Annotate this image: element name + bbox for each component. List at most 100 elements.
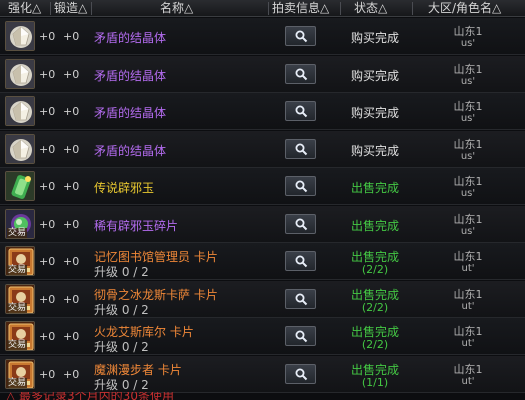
item-icon[interactable] <box>5 133 35 164</box>
header-region-char[interactable]: 大区/角色名△ <box>428 1 501 16</box>
table-row[interactable]: +0 +0 矛盾的结晶体 购买完成 山东1 us' <box>0 130 525 168</box>
table-row[interactable]: 交易 +0 +0 稀有辟邪玉碎片 出售完成 山东1 us' <box>0 205 525 243</box>
header-auction-info[interactable]: 拍卖信息△ <box>272 1 329 16</box>
item-icon[interactable] <box>5 96 35 126</box>
status-text: 购买完成 <box>350 143 399 158</box>
search-icon <box>295 330 308 343</box>
table-row[interactable]: +0 +0 矛盾的结晶体 购买完成 山东1 us' <box>0 55 525 93</box>
item-icon[interactable]: 交易 <box>5 208 35 239</box>
status-count: (2/2) <box>361 300 389 314</box>
character-name: us' <box>460 188 476 199</box>
enhance-value: +0 <box>39 292 56 306</box>
header-status[interactable]: 状态△ <box>354 1 387 16</box>
enhance-value: +0 <box>39 142 56 156</box>
enhance-value: +0 <box>39 367 56 381</box>
forge-value: +0 <box>63 142 80 156</box>
table-row[interactable]: +0 +0 传说辟邪玉 出售完成 山东1 us' <box>0 168 525 205</box>
table-row[interactable]: 交易 +0 +0 火龙艾斯库尔 卡片 升级 0 / 2 出售完成 (2/2) 山东1 ut' <box>0 318 525 355</box>
region-name: 山东1 <box>453 250 483 263</box>
item-name[interactable]: 矛盾的结晶体 <box>94 29 166 46</box>
auction-search-button[interactable] <box>285 138 316 159</box>
table-row[interactable]: +0 +0 矛盾的结晶体 购买完成 山东1 us' <box>0 18 525 55</box>
region-name: 山东1 <box>453 362 483 376</box>
search-icon <box>295 255 308 268</box>
enhance-value: +0 <box>39 105 56 118</box>
enhance-value: +0 <box>39 30 56 43</box>
item-name[interactable]: 矛盾的结晶体 <box>94 67 166 84</box>
forge-value: +0 <box>63 367 80 381</box>
forge-value: +0 <box>63 105 80 118</box>
header-forge[interactable]: 锻造△ <box>54 1 87 16</box>
item-name[interactable]: 矛盾的结晶体 <box>94 142 166 159</box>
status-text: 出售完成 <box>350 181 399 195</box>
auction-search-button[interactable] <box>285 363 316 384</box>
region-name: 山东1 <box>453 137 483 151</box>
trade-tag: 交易 <box>7 302 28 313</box>
auction-search-button[interactable] <box>285 101 316 121</box>
status-text: 购买完成 <box>350 68 399 83</box>
auction-search-button[interactable] <box>285 213 316 234</box>
upgrade-level: 升级 0 / 2 <box>94 340 149 354</box>
status-text: 购买完成 <box>350 31 399 45</box>
upgrade-level: 升级 0 / 2 <box>94 265 149 279</box>
forge-value: +0 <box>63 67 80 81</box>
item-icon[interactable] <box>5 21 35 51</box>
footer-note: △ 最多记录3个月内的30条使用 <box>0 392 525 400</box>
forge-value: +0 <box>63 330 80 343</box>
enhance-value: +0 <box>39 330 56 343</box>
forge-value: +0 <box>63 30 80 43</box>
item-icon[interactable]: 交易 <box>5 283 35 314</box>
auction-search-button[interactable] <box>285 26 316 46</box>
table-row[interactable]: +0 +0 矛盾的结晶体 购买完成 山东1 us' <box>0 93 525 130</box>
auction-search-button[interactable] <box>285 326 316 346</box>
character-name: us' <box>460 150 476 162</box>
forge-value: +0 <box>63 180 80 193</box>
character-name: us' <box>460 75 476 87</box>
auction-search-button[interactable] <box>285 251 316 271</box>
region-name: 山东1 <box>453 175 483 188</box>
header-enhance[interactable]: 强化△ <box>8 1 41 16</box>
upgrade-level: 升级 0 / 2 <box>94 377 149 392</box>
character-name: ut' <box>461 375 475 387</box>
character-name: ut' <box>461 300 475 312</box>
auction-search-button[interactable] <box>285 63 316 84</box>
table-row[interactable]: 交易 +0 +0 彻骨之冰龙斯卡萨 卡片 升级 0 / 2 出售完成 (2/2) 山东1 ut' <box>0 280 525 318</box>
footer-note-text: △ 最多记录3个月内的30条使用 <box>6 392 174 400</box>
table-header: 强化△ 锻造△ 名称△ 拍卖信息△ 状态△ 大区/角色名△ <box>0 0 525 17</box>
crystal-icon <box>6 22 34 50</box>
auction-search-button[interactable] <box>285 288 316 309</box>
search-icon <box>295 105 308 118</box>
crystal-icon <box>6 97 34 125</box>
table-row[interactable]: 交易 +0 +0 记忆图书馆管理员 卡片 升级 0 / 2 出售完成 (2/2) 山东1 ut' <box>0 243 525 280</box>
trade-tag: 交易 <box>7 227 28 238</box>
item-icon[interactable]: 交易 <box>5 321 35 351</box>
item-name[interactable]: 矛盾的结晶体 <box>94 104 166 121</box>
crystal-icon <box>6 59 34 88</box>
search-icon <box>295 368 308 380</box>
upgrade-level: 升级 0 / 2 <box>94 302 149 317</box>
trade-tag: 交易 <box>7 377 28 388</box>
character-name: ut' <box>461 263 475 274</box>
trade-tag: 交易 <box>7 340 28 350</box>
item-icon[interactable]: 交易 <box>5 358 35 389</box>
character-name: us' <box>460 38 476 49</box>
status-count: (1/1) <box>361 375 389 389</box>
header-divider <box>50 2 51 15</box>
item-name[interactable]: 传说辟邪玉 <box>94 179 154 196</box>
auction-search-button[interactable] <box>285 176 316 196</box>
table-row[interactable]: 交易 +0 +0 魔渊漫步者 卡片 升级 0 / 2 出售完成 (1/1) 山东1 ut' <box>0 355 525 393</box>
region-name: 山东1 <box>453 287 483 301</box>
item-name[interactable]: 稀有辟邪玉碎片 <box>94 217 178 234</box>
region-name: 山东1 <box>453 100 483 113</box>
forge-value: +0 <box>63 292 80 306</box>
region-name: 山东1 <box>453 25 483 38</box>
item-icon[interactable] <box>5 58 35 89</box>
region-name: 山东1 <box>453 62 483 76</box>
item-icon[interactable]: 交易 <box>5 246 35 276</box>
enhance-value: +0 <box>39 255 56 268</box>
forge-value: +0 <box>63 255 80 268</box>
status-count: (2/2) <box>361 338 389 351</box>
item-icon[interactable] <box>5 171 35 201</box>
header-name[interactable]: 名称△ <box>160 1 193 16</box>
region-name: 山东1 <box>453 325 483 338</box>
